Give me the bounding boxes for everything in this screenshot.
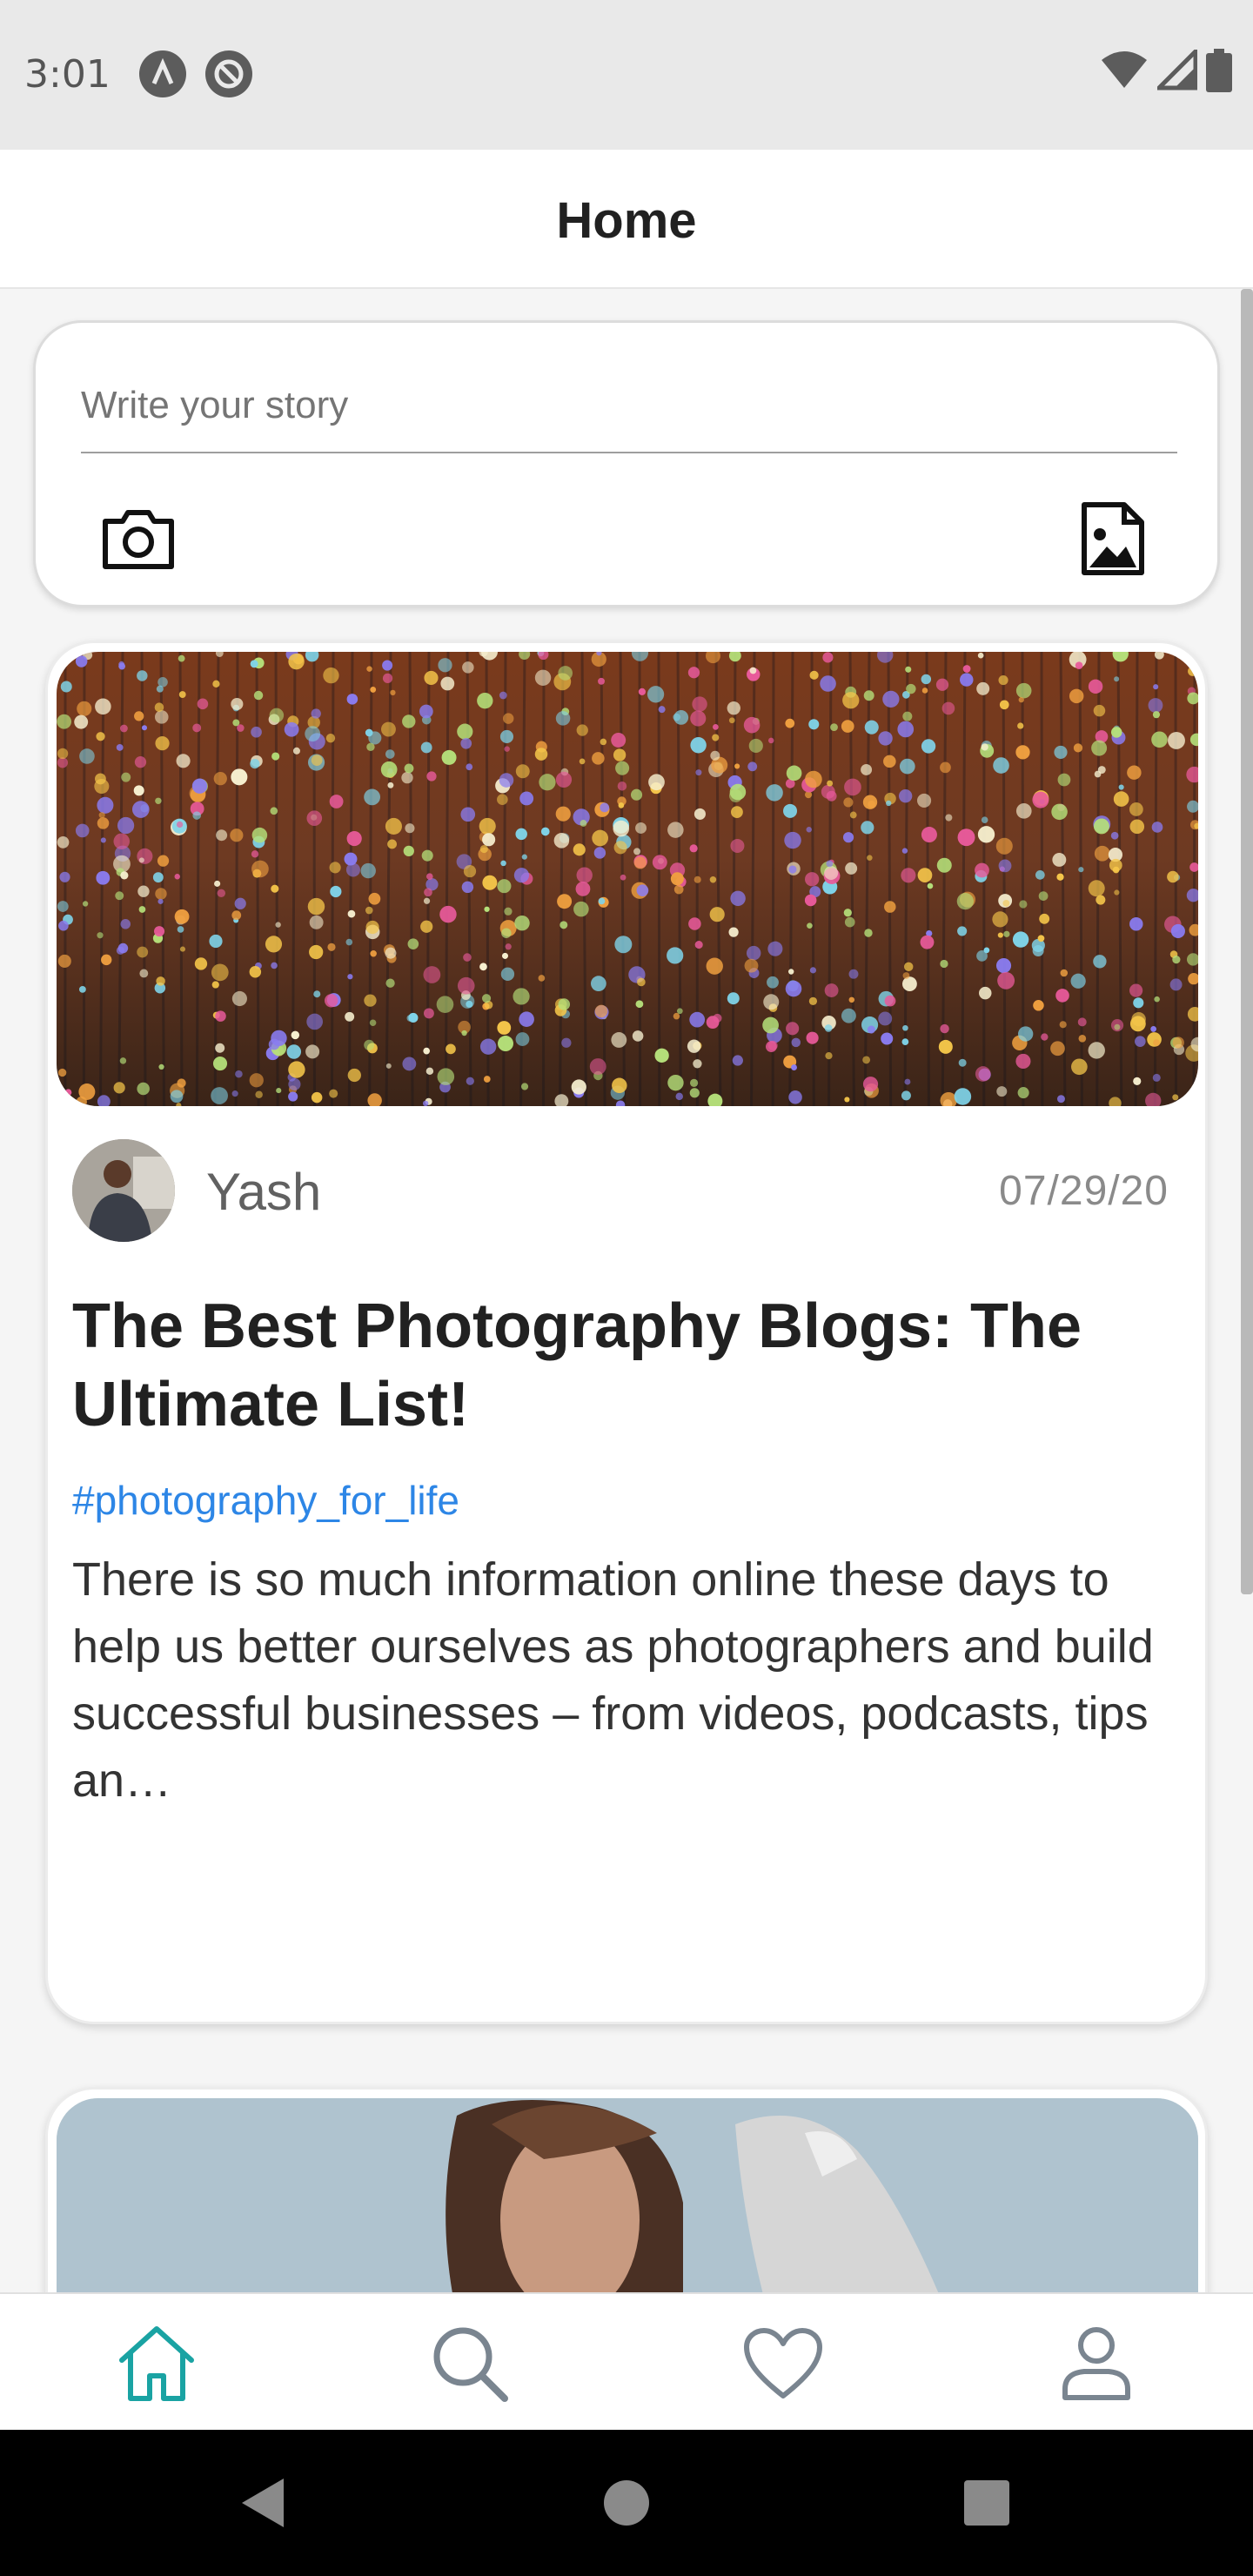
back-button[interactable] [231,2472,294,2534]
image-upload-button[interactable] [1068,493,1158,584]
post-title[interactable]: The Best Photography Blogs: The Ultimate… [72,1287,1169,1444]
a-circle-icon [139,50,186,97]
status-right-icons [1100,49,1232,92]
battery-icon [1206,49,1232,92]
scrollbar[interactable] [1241,289,1253,1594]
home-button[interactable] [595,2472,658,2534]
back-icon [242,2479,284,2527]
blocked-circle-icon [205,50,252,97]
search-icon [433,2327,508,2402]
status-time: 3:01 [24,52,111,97]
nav-favorites[interactable] [738,2318,828,2409]
post-date: 07/29/20 [999,1168,1169,1214]
recents-button[interactable] [955,2472,1018,2534]
post-card[interactable] [45,2087,1208,2292]
feed[interactable]: Yash 07/29/20 The Best Photography Blogs… [0,289,1253,2292]
avatar[interactable] [72,1139,175,1242]
system-navigation [0,2430,1253,2576]
wifi-icon [1102,51,1147,88]
nav-search[interactable] [425,2318,515,2409]
recents-icon [964,2480,1009,2526]
author-name[interactable]: Yash [206,1162,321,1222]
camera-button[interactable] [93,493,184,584]
camera-icon [103,510,174,569]
post-image[interactable] [57,2098,1198,2292]
story-input[interactable] [81,377,1177,453]
home-circle-icon [604,2480,649,2526]
story-composer [33,320,1220,607]
person-icon [1062,2327,1130,2400]
post-image[interactable] [57,652,1198,1106]
nav-home[interactable] [111,2318,202,2409]
home-icon [119,2326,194,2401]
post-excerpt[interactable]: There is so much information online thes… [72,1546,1177,1815]
status-bar: 3:01 [0,0,1253,150]
image-file-icon [1082,502,1144,575]
nav-profile[interactable] [1051,2318,1142,2409]
bottom-navigation [0,2292,1253,2430]
page-title: Home [556,192,697,249]
signal-icon [1157,50,1197,91]
post-card[interactable]: Yash 07/29/20 The Best Photography Blogs… [45,641,1208,2024]
post-hashtag[interactable]: #photography_for_life [72,1477,459,1524]
app-bar: Home [0,150,1253,289]
heart-icon [744,2328,822,2398]
